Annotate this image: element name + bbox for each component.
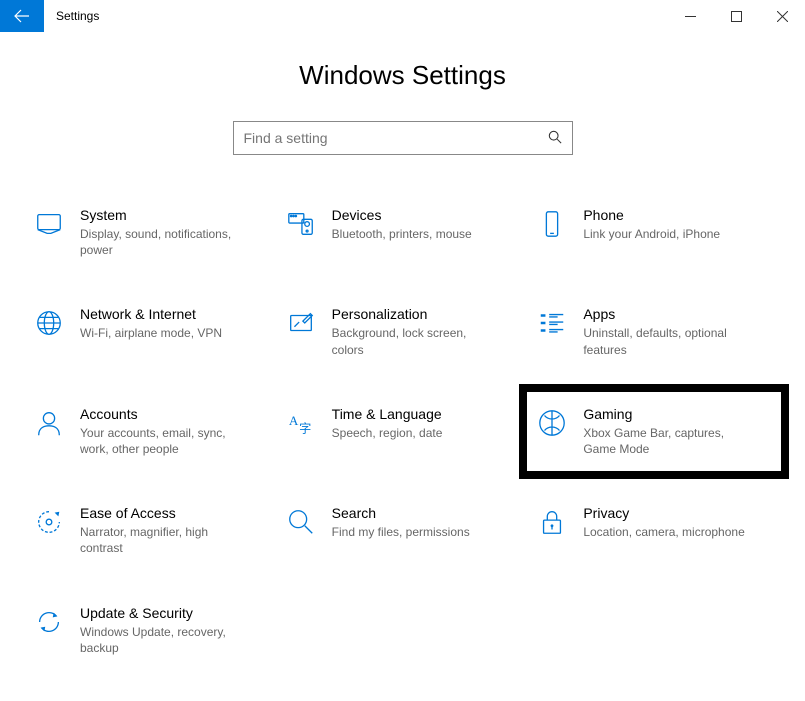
svg-text:A: A <box>288 413 298 428</box>
tile-desc: Location, camera, microphone <box>583 524 744 540</box>
time-language-icon: A字 <box>284 406 318 440</box>
tile-title: Apps <box>583 306 753 322</box>
tile-title: Privacy <box>583 505 744 521</box>
tile-desc: Your accounts, email, sync, work, other … <box>80 425 250 457</box>
network-icon <box>32 306 66 340</box>
devices-icon <box>284 207 318 241</box>
tile-network[interactable]: Network & Internet Wi-Fi, airplane mode,… <box>30 304 272 359</box>
tile-devices[interactable]: Devices Bluetooth, printers, mouse <box>282 205 524 260</box>
tile-title: Accounts <box>80 406 250 422</box>
tile-system[interactable]: System Display, sound, notifications, po… <box>30 205 272 260</box>
tile-desc: Display, sound, notifications, power <box>80 226 250 258</box>
phone-icon <box>535 207 569 241</box>
tile-apps[interactable]: Apps Uninstall, defaults, optional featu… <box>533 304 775 359</box>
tile-desc: Find my files, permissions <box>332 524 470 540</box>
tile-title: Update & Security <box>80 605 250 621</box>
tile-desc: Speech, region, date <box>332 425 443 441</box>
privacy-icon <box>535 505 569 539</box>
tile-phone[interactable]: Phone Link your Android, iPhone <box>533 205 775 260</box>
page-heading: Windows Settings <box>0 60 805 91</box>
tile-ease-of-access[interactable]: Ease of Access Narrator, magnifier, high… <box>30 503 272 558</box>
tile-desc: Uninstall, defaults, optional features <box>583 325 753 357</box>
tile-desc: Background, lock screen, colors <box>332 325 502 357</box>
tile-privacy[interactable]: Privacy Location, camera, microphone <box>533 503 775 558</box>
back-button[interactable] <box>0 0 44 32</box>
tile-title: Phone <box>583 207 720 223</box>
titlebar: Settings <box>0 0 805 32</box>
close-button[interactable] <box>759 0 805 32</box>
tile-desc: Xbox Game Bar, captures, Game Mode <box>583 425 753 457</box>
tile-title: Search <box>332 505 470 521</box>
search-container <box>0 121 805 155</box>
tile-desc: Wi-Fi, airplane mode, VPN <box>80 325 222 341</box>
apps-icon <box>535 306 569 340</box>
ease-of-access-icon <box>32 505 66 539</box>
minimize-button[interactable] <box>667 0 713 32</box>
system-icon <box>32 207 66 241</box>
window-controls <box>667 0 805 32</box>
tile-gaming[interactable]: Gaming Xbox Game Bar, captures, Game Mod… <box>519 384 789 479</box>
update-security-icon <box>32 605 66 639</box>
tile-search[interactable]: Search Find my files, permissions <box>282 503 524 558</box>
tile-desc: Narrator, magnifier, high contrast <box>80 524 250 556</box>
search-icon <box>548 130 562 147</box>
settings-grid: System Display, sound, notifications, po… <box>0 205 805 658</box>
tile-time-language[interactable]: A字 Time & Language Speech, region, date <box>282 404 524 459</box>
tile-title: Devices <box>332 207 472 223</box>
tile-update-security[interactable]: Update & Security Windows Update, recove… <box>30 603 272 658</box>
tile-title: Gaming <box>583 406 753 422</box>
search-tile-icon <box>284 505 318 539</box>
tile-title: Personalization <box>332 306 502 322</box>
gaming-icon <box>535 406 569 440</box>
tile-title: System <box>80 207 250 223</box>
tile-desc: Windows Update, recovery, backup <box>80 624 250 656</box>
content: Windows Settings System Display, sound, … <box>0 32 805 658</box>
tile-personalization[interactable]: Personalization Background, lock screen,… <box>282 304 524 359</box>
search-input[interactable] <box>244 130 548 146</box>
tile-desc: Link your Android, iPhone <box>583 226 720 242</box>
accounts-icon <box>32 406 66 440</box>
tile-title: Network & Internet <box>80 306 222 322</box>
personalization-icon <box>284 306 318 340</box>
window-title: Settings <box>44 0 667 32</box>
tile-title: Ease of Access <box>80 505 250 521</box>
tile-desc: Bluetooth, printers, mouse <box>332 226 472 242</box>
svg-text:字: 字 <box>299 420 311 435</box>
tile-accounts[interactable]: Accounts Your accounts, email, sync, wor… <box>30 404 272 459</box>
maximize-button[interactable] <box>713 0 759 32</box>
search-box[interactable] <box>233 121 573 155</box>
tile-title: Time & Language <box>332 406 443 422</box>
